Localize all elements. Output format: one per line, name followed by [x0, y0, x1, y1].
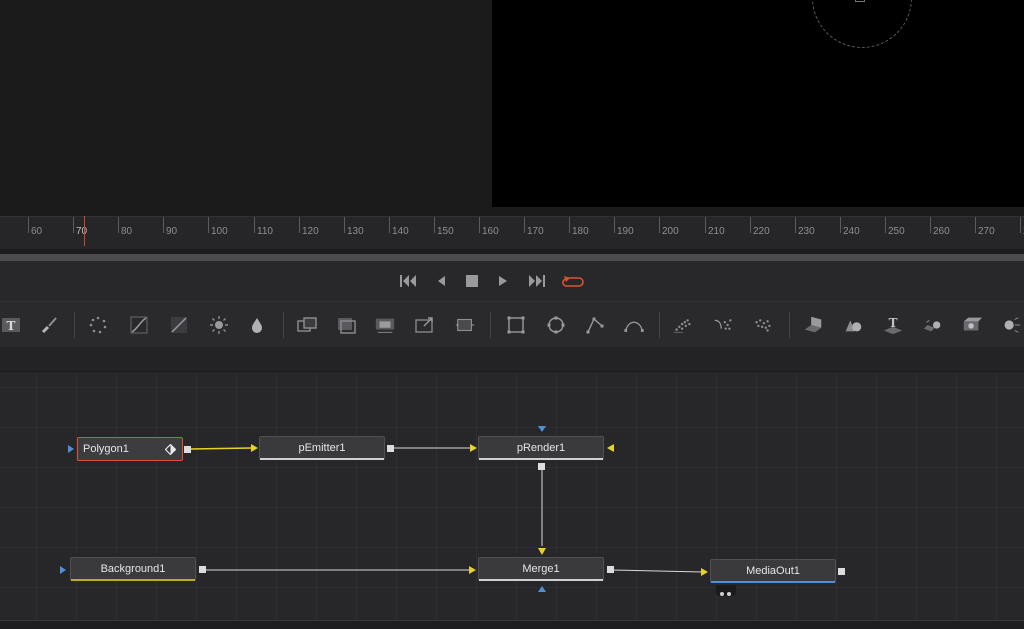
node-mediaout1[interactable]: MediaOut1	[710, 559, 836, 583]
node-label: pEmitter1	[298, 442, 346, 454]
polygon-mask-input-port[interactable]	[68, 445, 74, 453]
prender-input-blue-port[interactable]	[538, 426, 546, 432]
node-label: Background1	[100, 563, 166, 575]
pemitter-output-port[interactable]	[387, 445, 394, 452]
node-status-bar	[479, 579, 603, 581]
viewer-indicator[interactable]	[716, 585, 736, 596]
prender-input-port[interactable]	[470, 444, 477, 452]
keyframe-diamond-icon	[165, 444, 176, 455]
node-polygon1[interactable]: Polygon1	[77, 437, 183, 461]
node-label: pRender1	[516, 442, 566, 454]
node-status-bar	[479, 458, 603, 460]
node-prender1[interactable]: pRender1	[478, 436, 604, 460]
node-status-bar	[71, 579, 195, 581]
node-label: Merge1	[522, 563, 560, 575]
node-label: Polygon1	[83, 443, 129, 455]
background-output-port[interactable]	[199, 566, 206, 573]
node-background1[interactable]: Background1	[70, 557, 196, 581]
merge-foreground-input-port[interactable]	[538, 548, 546, 555]
merge-background-input-port[interactable]	[469, 566, 476, 574]
merge-mask-input-port[interactable]	[538, 586, 546, 592]
node-connections	[189, 447, 703, 573]
node-status-bar	[711, 581, 835, 583]
node-pemitter1[interactable]: pEmitter1	[259, 436, 385, 460]
mediaout-input-port[interactable]	[701, 568, 708, 576]
pemitter-input-port[interactable]	[251, 444, 258, 452]
node-status-bar	[260, 458, 384, 460]
node-label: MediaOut1	[746, 565, 800, 577]
prender-region-input-port[interactable]	[607, 444, 614, 452]
background-mask-input-port[interactable]	[60, 566, 66, 574]
mediaout-output-port[interactable]	[838, 568, 845, 575]
link-merge-mediaout	[611, 569, 703, 573]
polygon-output-port[interactable]	[184, 446, 191, 453]
prender-output-port[interactable]	[538, 463, 545, 470]
merge-output-port[interactable]	[607, 566, 614, 573]
node-merge1[interactable]: Merge1	[478, 557, 604, 581]
link-polygon-pemitter	[189, 447, 253, 450]
viewer-dots-icon	[720, 592, 731, 596]
